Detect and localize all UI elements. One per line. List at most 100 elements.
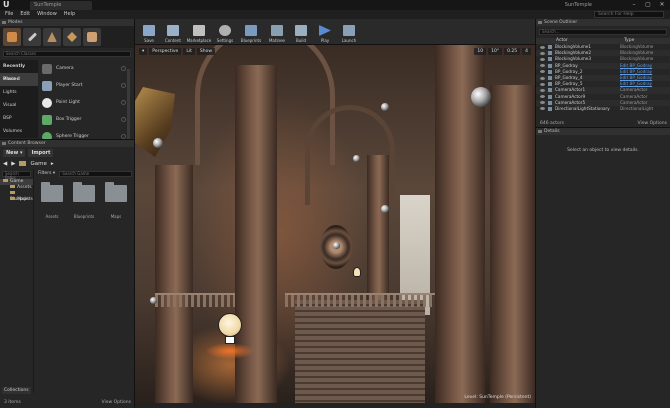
reflection-capture-icon[interactable] [153, 138, 163, 148]
eye-icon[interactable] [540, 95, 545, 99]
perspective-button[interactable]: Perspective [149, 48, 182, 55]
camera-icon [548, 100, 552, 105]
grid-snap-button[interactable]: 10 [474, 48, 487, 55]
rotation-snap-button[interactable]: 10° [488, 48, 503, 55]
geometry-mode-icon[interactable] [83, 28, 101, 46]
place-item-point-light[interactable]: Point Light [42, 94, 134, 111]
show-button[interactable]: Show [196, 48, 216, 55]
save-label: Save [144, 38, 154, 43]
path-chevron-icon[interactable]: ▸ [51, 161, 54, 167]
eye-icon[interactable] [540, 107, 545, 111]
point-light-icon[interactable] [353, 267, 361, 277]
matinee-button[interactable]: Matinee [266, 20, 288, 44]
filters-button[interactable]: Filters ▾ [36, 171, 57, 177]
save-button[interactable]: Save [138, 20, 160, 44]
viewport-toolbar-right: 10 10° 0.25 4 [474, 48, 531, 55]
blueprints-button[interactable]: Blueprints [238, 20, 264, 44]
filter-bar: Filters ▾ Search Game [34, 169, 134, 179]
folder-icon [10, 191, 15, 194]
document-tab[interactable]: SunTemple [30, 1, 92, 10]
eye-icon[interactable] [540, 70, 545, 74]
folder-icon [105, 182, 127, 202]
scale-snap-button[interactable]: 0.25 [504, 48, 521, 55]
search-classes-input[interactable]: Search Classes [3, 51, 131, 57]
eye-icon[interactable] [540, 57, 545, 61]
lit-button[interactable]: Lit [183, 48, 195, 55]
folder-icon [19, 161, 27, 166]
category-bsp[interactable]: BSP [0, 112, 38, 125]
settings-button[interactable]: Settings [214, 20, 236, 44]
scene-outliner-tab[interactable]: Scene Outliner [536, 19, 670, 26]
build-button[interactable]: Build [290, 20, 312, 44]
point-light-icon[interactable] [205, 313, 255, 359]
scene-stairs [295, 300, 425, 403]
camera-speed-button[interactable]: 4 [522, 48, 531, 55]
content-browser-tab[interactable]: Content Browser [0, 140, 134, 147]
paint-mode-icon[interactable] [23, 28, 41, 46]
outliner-row[interactable]: DirectionalLightStationary DirectionalLig… [536, 106, 670, 112]
eye-icon[interactable] [540, 82, 545, 86]
place-item-box-trigger[interactable]: Box Trigger [42, 111, 134, 128]
modes-tab[interactable]: Modes [0, 19, 134, 26]
close-button[interactable]: ✕ [656, 0, 668, 9]
marketplace-button[interactable]: Marketplace [186, 20, 212, 44]
light-icon [548, 106, 552, 111]
launch-button[interactable]: Launch [338, 20, 360, 44]
view-options-button[interactable]: View Options [102, 400, 131, 405]
reflection-capture-icon[interactable] [150, 297, 157, 304]
eye-icon[interactable] [540, 64, 545, 68]
path-game[interactable]: Game [30, 161, 46, 167]
content-button[interactable]: Content [162, 20, 184, 44]
place-item-camera[interactable]: Camera [42, 60, 134, 77]
category-recently-placed[interactable]: Recently Placed [0, 60, 38, 82]
menu-file[interactable]: File [5, 10, 13, 19]
import-button[interactable]: Import [28, 148, 54, 157]
modes-scrollbar[interactable] [127, 69, 130, 139]
tree-item-maps[interactable]: Maps [0, 197, 33, 203]
reflection-capture-icon[interactable] [353, 155, 360, 162]
search-help-input[interactable]: Search For Help [594, 11, 664, 18]
title-bar: U SunTemple SunTemple – ▢ ✕ [0, 0, 670, 10]
place-item-label: Box Trigger [56, 117, 82, 122]
folder-assets[interactable]: Assets [40, 182, 64, 219]
foliage-mode-icon[interactable] [63, 28, 81, 46]
view-options-button[interactable]: View Options [638, 120, 667, 127]
details-tab[interactable]: Details [536, 128, 670, 135]
menu-help[interactable]: Help [64, 10, 75, 19]
search-game-input[interactable]: Search Game [59, 171, 132, 177]
menu-edit[interactable]: Edit [20, 10, 30, 19]
level-viewport[interactable]: ▾ Perspective Lit Show 10 10° 0.25 4 Lev… [135, 45, 535, 403]
content-browser-footer: 3 items View Options [0, 396, 135, 408]
folder-blueprints[interactable]: Blueprints [72, 182, 96, 219]
forward-arrow-icon[interactable]: ▶ [11, 161, 15, 167]
reflection-capture-icon[interactable] [381, 103, 389, 111]
eye-icon[interactable] [540, 76, 545, 80]
eye-icon[interactable] [540, 88, 545, 92]
eye-icon[interactable] [540, 45, 545, 49]
scene-railing [285, 293, 435, 307]
eye-icon[interactable] [540, 51, 545, 55]
place-mode-icon[interactable] [3, 28, 21, 46]
reflection-capture-icon[interactable] [333, 242, 340, 249]
play-button[interactable]: Play [314, 20, 336, 44]
maximize-button[interactable]: ▢ [642, 0, 654, 9]
eye-icon[interactable] [540, 101, 545, 105]
collections-button[interactable]: Collections [2, 387, 31, 394]
category-lights[interactable]: Lights [0, 86, 38, 99]
place-item-player-start[interactable]: Player Start [42, 77, 134, 94]
reflection-capture-icon[interactable] [471, 87, 491, 107]
outliner-search-input[interactable]: Search... [539, 29, 667, 35]
project-name: SunTemple [564, 2, 592, 8]
content-browser-toolbar: New ▾ Import [0, 147, 134, 158]
new-button[interactable]: New ▾ [3, 148, 26, 157]
reflection-capture-icon[interactable] [381, 205, 389, 213]
minimize-button[interactable]: – [628, 0, 640, 9]
viewport-menu-button[interactable]: ▾ [139, 48, 148, 55]
landscape-mode-icon[interactable] [43, 28, 61, 46]
folder-maps[interactable]: Maps [104, 182, 128, 219]
menu-window[interactable]: Window [37, 10, 57, 19]
category-visual[interactable]: Visual [0, 99, 38, 112]
search-paths-input[interactable]: Search Paths [2, 171, 31, 180]
category-volumes[interactable]: Volumes [0, 125, 38, 138]
back-arrow-icon[interactable]: ◀ [3, 161, 7, 167]
